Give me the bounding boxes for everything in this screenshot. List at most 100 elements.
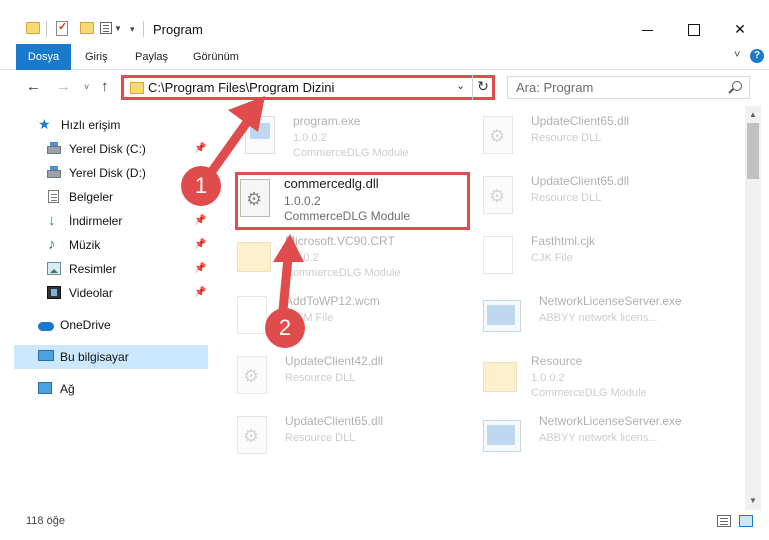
- network-icon: [38, 382, 52, 394]
- sidebar-item-label: Yerel Disk (D:): [69, 166, 146, 180]
- folder-icon: [483, 362, 517, 392]
- file-name: AddToWP12.wcm: [285, 294, 380, 308]
- file-tile[interactable]: UpdateClient65.dll Resource DLL: [483, 172, 723, 228]
- download-icon: ↓: [48, 212, 56, 229]
- tab-view[interactable]: Görünüm: [183, 44, 249, 70]
- search-input[interactable]: Ara: Program: [507, 76, 750, 99]
- minimize-button[interactable]: [625, 14, 671, 44]
- drive-icon: [47, 166, 61, 178]
- recent-locations-icon[interactable]: ˅: [84, 82, 89, 92]
- scroll-up-icon[interactable]: ▲: [749, 110, 757, 119]
- gear-file-icon: [483, 116, 513, 154]
- file-tile[interactable]: UpdateClient42.dll Resource DLL: [237, 352, 477, 408]
- title-bar: ▼ ▾ Program ✕: [0, 0, 769, 44]
- navigation-bar: ← → ˅ ↑ C:\Program Files\Program Dizini …: [0, 70, 769, 106]
- file-name: program.exe: [293, 114, 361, 128]
- toolbar-separator: [46, 21, 47, 37]
- toolbar-separator: [143, 21, 144, 37]
- sidebar-item-onedrive[interactable]: OneDrive: [14, 313, 208, 337]
- pin-icon[interactable]: 📌: [194, 281, 206, 305]
- back-arrow-icon[interactable]: ←: [26, 78, 41, 95]
- file-name: Microsoft.VC90.CRT: [285, 234, 395, 248]
- file-name: UpdateClient42.dll: [285, 354, 384, 368]
- cloud-icon: [38, 322, 54, 331]
- file-tile[interactable]: Microsoft.VC90.CRT 1.0.0.2 CommerceDLG M…: [237, 232, 477, 288]
- refresh-icon[interactable]: ↻: [472, 75, 493, 100]
- address-bar[interactable]: C:\Program Files\Program Dizini ⌄ ↻: [121, 75, 495, 100]
- step-2-badge: 2: [265, 308, 305, 348]
- blank-file-icon: [237, 296, 267, 334]
- sidebar-item-music[interactable]: ♪ Müzik 📌: [14, 233, 208, 257]
- pin-icon[interactable]: 📌: [194, 137, 206, 161]
- app-icon: [483, 420, 521, 452]
- customize-icon[interactable]: [100, 22, 112, 34]
- sidebar-item-network[interactable]: Ağ: [14, 377, 208, 401]
- tab-home[interactable]: Giriş: [75, 44, 118, 70]
- vertical-scrollbar[interactable]: ▲ ▼: [745, 106, 761, 510]
- address-path[interactable]: C:\Program Files\Program Dizini: [148, 80, 334, 95]
- sidebar-item-label: Bu bilgisayar: [60, 350, 129, 364]
- search-icon[interactable]: [732, 81, 742, 91]
- properties-icon[interactable]: [56, 20, 68, 36]
- sidebar-item-label: OneDrive: [60, 318, 111, 332]
- file-list: program.exe 1.0.0.2 CommerceDLG Module U…: [215, 106, 745, 510]
- file-detail: ABBYY network licens...: [539, 312, 658, 324]
- help-icon[interactable]: ?: [750, 49, 764, 63]
- sidebar-item-disk-d[interactable]: Yerel Disk (D:): [14, 161, 208, 185]
- app-icon: [483, 300, 521, 332]
- chevron-down-icon[interactable]: ⌄: [456, 79, 465, 92]
- step-1-badge: 1: [181, 166, 221, 206]
- quick-access-dropdown-icon[interactable]: ▾: [130, 24, 135, 35]
- sidebar-item-label: Yerel Disk (C:): [69, 142, 146, 156]
- file-tile[interactable]: Resource 1.0.0.2 CommerceDLG Module: [483, 352, 723, 408]
- file-name: UpdateClient65.dll: [531, 174, 630, 188]
- file-detail: Resource DLL: [285, 372, 356, 384]
- gear-file-icon: [483, 176, 513, 214]
- forward-arrow-icon[interactable]: →: [56, 78, 71, 95]
- star-icon: ★: [38, 116, 51, 132]
- sidebar-item-this-pc[interactable]: Bu bilgisayar: [14, 345, 208, 369]
- pin-icon[interactable]: 📌: [194, 257, 206, 281]
- sidebar-item-label: Resimler: [69, 262, 117, 276]
- file-name: NetworkLicenseServer.exe: [539, 414, 682, 428]
- scroll-thumb[interactable]: [747, 123, 759, 179]
- file-tile[interactable]: NetworkLicenseServer.exe ABBYY network l…: [483, 292, 723, 348]
- file-tile[interactable]: Fasthtml.cjk CJK File: [483, 232, 723, 288]
- file-detail: 1.0.0.2: [293, 132, 327, 144]
- highlight-box: [235, 172, 470, 230]
- sidebar-item-label: İndirmeler: [69, 214, 123, 228]
- new-folder-icon[interactable]: [80, 22, 94, 34]
- details-view-icon[interactable]: [717, 515, 731, 527]
- gear-file-icon: [237, 356, 267, 394]
- file-tile[interactable]: UpdateClient65.dll Resource DLL: [483, 112, 723, 168]
- scroll-down-icon[interactable]: ▼: [749, 496, 757, 505]
- sidebar-item-documents[interactable]: Belgeler 📌: [14, 185, 208, 209]
- chevron-down-icon[interactable]: ▼: [114, 24, 122, 33]
- sidebar-item-quick-access[interactable]: ★ Hızlı erişim: [14, 113, 208, 137]
- sidebar-item-pictures[interactable]: Resimler 📌: [14, 257, 208, 281]
- tab-share[interactable]: Paylaş: [125, 44, 178, 70]
- sidebar-item-videos[interactable]: Videolar 📌: [14, 281, 208, 305]
- maximize-button[interactable]: [671, 14, 717, 44]
- pc-icon: [38, 350, 54, 361]
- status-bar: 118 öğe: [0, 510, 769, 540]
- tab-file[interactable]: Dosya: [16, 44, 71, 70]
- pin-icon[interactable]: 📌: [194, 209, 206, 233]
- sidebar-item-downloads[interactable]: ↓ İndirmeler 📌: [14, 209, 208, 233]
- file-tile[interactable]: program.exe 1.0.0.2 CommerceDLG Module: [245, 112, 485, 168]
- pin-icon[interactable]: 📌: [194, 233, 206, 257]
- close-button[interactable]: ✕: [717, 14, 763, 44]
- file-tile[interactable]: NetworkLicenseServer.exe ABBYY network l…: [483, 412, 723, 468]
- exe-icon: [245, 116, 275, 154]
- folder-icon: [237, 242, 271, 272]
- file-detail: ABBYY network licens...: [539, 432, 658, 444]
- expand-ribbon-icon[interactable]: ˅: [734, 49, 740, 61]
- sidebar-item-label: Hızlı erişim: [61, 118, 121, 132]
- file-name: Fasthtml.cjk: [531, 234, 596, 248]
- file-tile[interactable]: UpdateClient65.dll Resource DLL: [237, 412, 477, 468]
- up-arrow-icon[interactable]: ↑: [101, 78, 109, 95]
- sidebar-item-disk-c[interactable]: Yerel Disk (C:) 📌: [14, 137, 208, 161]
- ribbon-tabs: Dosya Giriş Paylaş Görünüm ˅ ?: [0, 44, 769, 70]
- document-icon: [48, 190, 59, 203]
- tiles-view-icon[interactable]: [739, 515, 753, 527]
